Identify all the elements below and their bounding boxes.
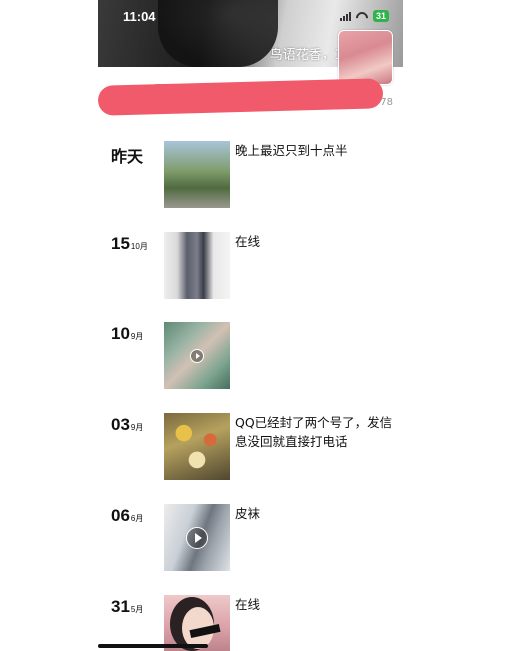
avatar[interactable] [338, 30, 393, 85]
post-thumbnail[interactable] [164, 595, 230, 651]
post-month: 10月 [130, 242, 148, 251]
post-thumbnail[interactable] [164, 232, 230, 299]
post-month: 6月 [130, 514, 144, 523]
wifi-icon [356, 12, 368, 21]
post-date: 06 6月 [111, 506, 143, 526]
status-time: 11:04 [123, 9, 156, 24]
post-caption[interactable]: QQ已经封了两个号了，发信息没回就直接打电话 [235, 413, 395, 451]
list-item[interactable]: 昨天 晚上最迟只到十点半 [98, 141, 403, 208]
post-day: 03 [111, 415, 130, 434]
post-thumbnail[interactable] [164, 504, 230, 571]
moments-screen: 11:04 31 鸟语花香，1 78 昨天 晚上最迟只到十点半 15 10月 在… [98, 0, 403, 651]
post-caption[interactable]: 在线 [235, 232, 395, 251]
post-date: 10 9月 [111, 324, 143, 344]
post-day: 15 [111, 234, 130, 253]
list-item[interactable]: 15 10月 在线 [98, 232, 403, 299]
post-month: 9月 [130, 332, 144, 341]
signal-icon [339, 11, 351, 21]
post-month: 9月 [130, 423, 144, 432]
post-date: 昨天 [111, 143, 143, 167]
play-icon[interactable] [186, 526, 208, 549]
post-caption[interactable]: 皮袜 [235, 504, 395, 523]
post-day: 昨天 [111, 149, 144, 166]
post-date: 31 5月 [111, 597, 143, 617]
home-indicator[interactable] [98, 644, 208, 648]
profile-count: 78 [380, 97, 393, 108]
post-date: 15 10月 [111, 234, 148, 254]
redaction-mark [146, 84, 376, 108]
post-caption[interactable]: 晚上最迟只到十点半 [235, 141, 395, 160]
post-thumbnail[interactable] [164, 413, 230, 480]
post-day: 06 [111, 506, 130, 525]
list-item[interactable]: 06 6月 皮袜 [98, 504, 403, 571]
play-icon[interactable] [190, 348, 204, 363]
status-icons: 31 [339, 10, 389, 22]
post-day: 10 [111, 324, 130, 343]
post-thumbnail[interactable] [164, 322, 230, 389]
profile-nickname: 鸟语花香，1 [269, 48, 343, 63]
post-thumbnail[interactable] [164, 141, 230, 208]
list-item[interactable]: 03 9月 QQ已经封了两个号了，发信息没回就直接打电话 [98, 413, 403, 480]
post-date: 03 9月 [111, 415, 143, 435]
post-caption[interactable]: 在线 [235, 595, 395, 614]
battery-icon: 31 [372, 10, 389, 22]
post-day: 31 [111, 597, 130, 616]
list-item[interactable]: 31 5月 在线 [98, 595, 403, 651]
list-item[interactable]: 10 9月 [98, 322, 403, 389]
post-month: 5月 [130, 605, 144, 614]
